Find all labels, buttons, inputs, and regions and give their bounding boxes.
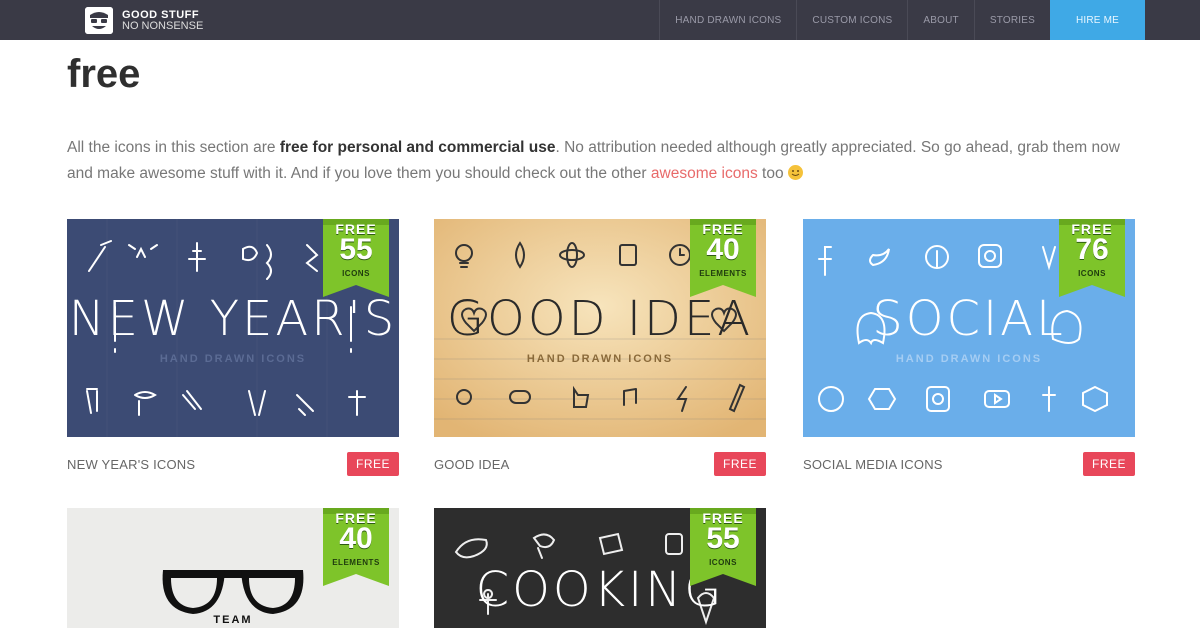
nav-custom-icons[interactable]: CUSTOM ICONS	[796, 0, 907, 40]
good-idea-subline: HAND DRAWN ICONS	[526, 353, 674, 365]
new-years-caption[interactable]: NEW YEAR'S ICONS	[67, 457, 195, 472]
good-idea-headline: GOOD IDEA	[446, 291, 754, 347]
intro-paragraph: All the icons in this section are free f…	[67, 135, 1147, 187]
social-media-ribbon-unit: ICONS	[1078, 269, 1106, 278]
nav-hand-drawn-icons[interactable]: HAND DRAWN ICONS	[659, 0, 796, 40]
social-media-caption[interactable]: SOCIAL MEDIA ICONS	[803, 457, 943, 472]
page-title: free	[67, 52, 141, 96]
cooking-thumbnail[interactable]: COOKING FREE 55 ICONS	[434, 508, 766, 628]
nav-stories[interactable]: STORIES	[973, 0, 1050, 40]
brand-subtitle: NO NONSENSE	[122, 19, 204, 32]
top-navigation-bar: GOOD STUFF NO NONSENSE HAND DRAWN ICONS …	[0, 0, 1200, 40]
smiley-emoji-icon	[787, 165, 803, 180]
social-media-subline: HAND DRAWN ICONS	[895, 353, 1043, 365]
social-media-ribbon-count: 76	[1075, 233, 1109, 266]
new-years-ribbon-count: 55	[339, 233, 373, 266]
social-media-thumbnail[interactable]: SOCIAL HAND DRAWN ICONS FREE 76 ICONS	[803, 219, 1135, 437]
card-cooking[interactable]: COOKING FREE 55 ICONS	[434, 508, 766, 628]
team-ribbon: FREE 40 ELEMENTS	[323, 508, 389, 586]
brand-title: GOOD STUFF	[122, 8, 200, 21]
card-team[interactable]: TEAM FREE 40 ELEMENTS	[67, 508, 399, 628]
main-nav: HAND DRAWN ICONS CUSTOM ICONS ABOUT STOR…	[659, 0, 1145, 40]
new-years-subline: HAND DRAWN ICONS	[159, 353, 307, 365]
card-new-years[interactable]: NEW YEAR'S HAND DRAWN ICONS FREE 55 ICON…	[67, 219, 399, 476]
brand-mascot-icon	[85, 7, 113, 34]
good-idea-thumbnail[interactable]: GOOD IDEA HAND DRAWN ICONS FREE 40 ELEME…	[434, 219, 766, 437]
team-thumbnail[interactable]: TEAM FREE 40 ELEMENTS	[67, 508, 399, 628]
awesome-icons-link[interactable]: awesome icons	[651, 165, 758, 182]
intro-text-end: too	[757, 165, 788, 182]
new-years-ribbon-unit: ICONS	[342, 269, 370, 278]
cheese-icon	[598, 532, 624, 556]
good-idea-ribbon-count: 40	[706, 233, 740, 266]
cooking-ribbon: FREE 55 ICONS	[690, 508, 756, 586]
intro-text-start: All the icons in this section are	[67, 139, 280, 156]
good-idea-ribbon-unit: ELEMENTS	[699, 269, 747, 278]
cooking-ribbon-unit: ICONS	[709, 558, 737, 567]
social-media-free-badge[interactable]: FREE	[1082, 452, 1135, 476]
new-years-thumbnail[interactable]: NEW YEAR'S HAND DRAWN ICONS FREE 55 ICON…	[67, 219, 399, 437]
team-ribbon-count: 40	[339, 522, 373, 555]
social-media-headline: SOCIAL	[872, 291, 1066, 347]
intro-bold-text: free for personal and commercial use	[279, 139, 556, 156]
new-years-free-badge[interactable]: FREE	[346, 452, 399, 476]
new-years-ribbon: FREE 55 ICONS	[323, 219, 389, 297]
brand-logo-link[interactable]: GOOD STUFF NO NONSENSE	[85, 7, 203, 34]
good-idea-ribbon: FREE 40 ELEMENTS	[690, 219, 756, 297]
cooking-ribbon-count: 55	[706, 522, 740, 555]
mushroom-icon	[532, 533, 556, 559]
card-good-idea[interactable]: GOOD IDEA HAND DRAWN ICONS FREE 40 ELEME…	[434, 219, 766, 476]
eggplant-icon	[454, 538, 488, 559]
nav-hire-me-button[interactable]: HIRE ME	[1050, 0, 1145, 40]
card-social-media[interactable]: SOCIAL HAND DRAWN ICONS FREE 76 ICONS SO…	[803, 219, 1135, 476]
good-idea-caption[interactable]: GOOD IDEA	[434, 457, 509, 472]
new-years-headline: NEW YEAR'S	[68, 291, 398, 347]
social-media-ribbon: FREE 76 ICONS	[1059, 219, 1125, 297]
team-ribbon-unit: ELEMENTS	[332, 558, 380, 567]
team-subline: TEAM	[213, 614, 253, 626]
good-idea-free-badge[interactable]: FREE	[713, 452, 766, 476]
jar-icon	[665, 533, 683, 555]
nav-about[interactable]: ABOUT	[907, 0, 973, 40]
